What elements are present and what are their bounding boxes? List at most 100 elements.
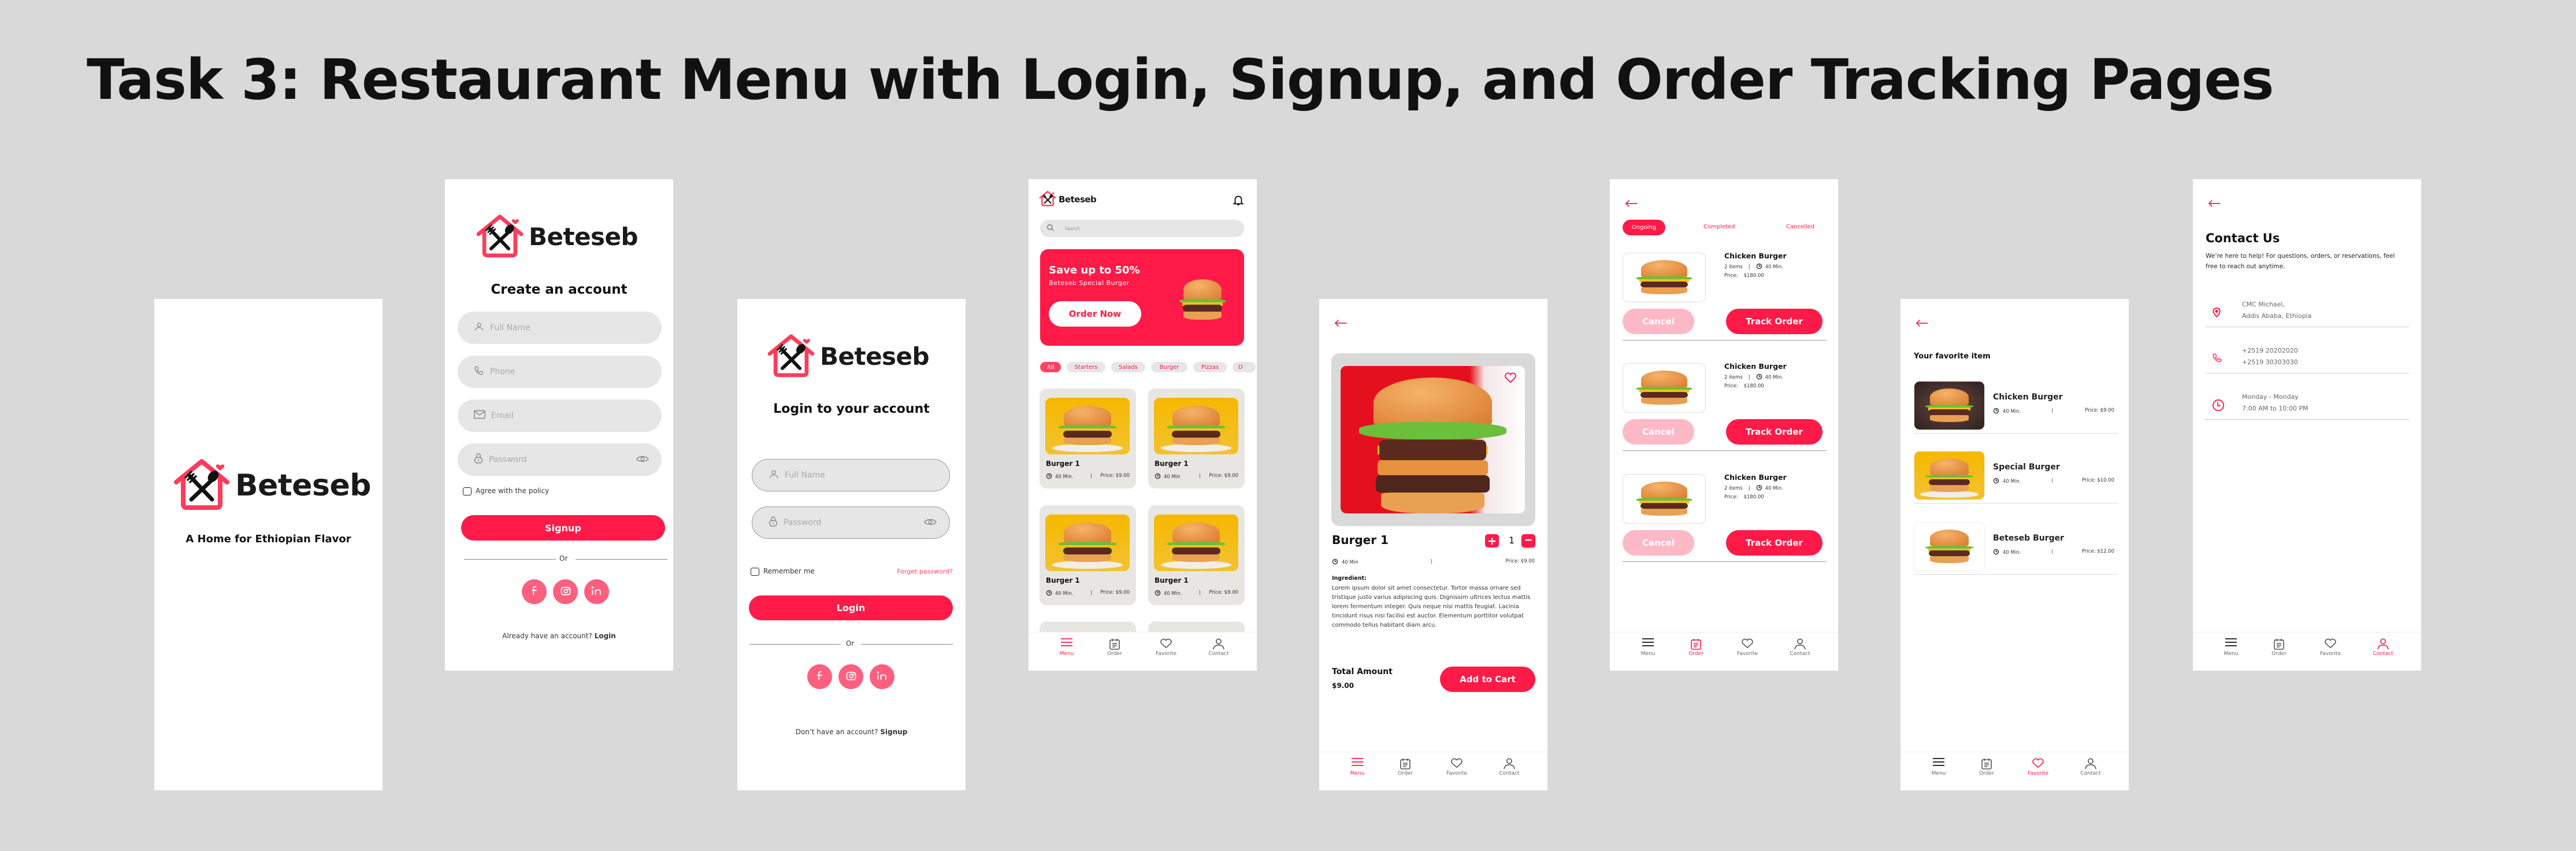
clock-icon — [1756, 373, 1762, 382]
tab-ongoing[interactable]: Ongoing — [1623, 220, 1665, 235]
back-arrow-icon[interactable] — [1916, 319, 1928, 330]
favorite-item[interactable]: Beteseb Burger 40 Min. | Price: $12.00 — [1901, 522, 2129, 575]
remember-checkbox[interactable] — [751, 568, 759, 576]
back-arrow-icon[interactable] — [1625, 199, 1638, 210]
search-input[interactable]: Search — [1040, 220, 1244, 237]
minus-icon — [1524, 535, 1532, 546]
track-order-button[interactable]: Track Order — [1726, 530, 1822, 556]
nav-label: Favorite — [1446, 771, 1467, 776]
burger-patty — [1379, 439, 1486, 461]
category-chip-starters[interactable]: Starters — [1067, 362, 1105, 372]
category-chip-pizzas[interactable]: Pizzas — [1193, 362, 1227, 372]
login-link[interactable]: Login — [595, 632, 616, 640]
item-detail-screen: Burger 1 1 40 Min | Price: $9.00 Ingredi… — [1319, 299, 1547, 790]
agree-checkbox[interactable] — [463, 487, 472, 495]
login-button[interactable]: Login — [749, 595, 953, 620]
burger-bun-bottom — [1172, 437, 1220, 446]
email-input[interactable]: Email — [458, 399, 662, 432]
add-to-cart-button[interactable]: Add to Cart — [1440, 667, 1535, 692]
bell-icon[interactable] — [1232, 194, 1245, 209]
cancel-order-button[interactable]: Cancel — [1623, 419, 1694, 445]
login-prompt: Already have an account? Login — [445, 632, 673, 640]
menu-item-card[interactable]: Burger 1 40 Min. | Price: $9.00 — [1148, 505, 1245, 605]
facebook-button[interactable] — [522, 579, 547, 604]
order-now-button[interactable]: Order Now — [1049, 301, 1141, 327]
nav-item-contact[interactable]: Contact — [1489, 758, 1530, 776]
linkedin-button[interactable] — [584, 579, 609, 604]
contact-heading: Contact Us — [2206, 231, 2280, 245]
nav-item-menu[interactable]: Menu — [2211, 638, 2251, 657]
eye-icon[interactable] — [924, 517, 937, 528]
track-order-button[interactable]: Track Order — [1726, 419, 1822, 445]
menu-item-card[interactable]: Burger 1 40 Min. | Price: $9.00 — [1040, 388, 1136, 489]
nav-item-menu[interactable]: Menu — [1918, 758, 1959, 776]
nav-item-order[interactable]: Order — [1385, 758, 1426, 776]
instagram-button[interactable] — [553, 579, 578, 604]
tab-cancelled[interactable]: Cancelled — [1786, 224, 1814, 230]
increase-quantity-button[interactable] — [1485, 534, 1499, 547]
track-order-button[interactable]: Track Order — [1726, 309, 1822, 334]
order-item-image — [1623, 474, 1706, 524]
favorite-item-price: Price: $10.00 — [2081, 478, 2114, 483]
eye-icon[interactable] — [636, 454, 649, 465]
signup-link[interactable]: Signup — [880, 728, 907, 736]
agree-label: Agree with the policy — [476, 487, 550, 495]
back-arrow-icon[interactable] — [2208, 199, 2221, 210]
signup-heading: Create an account — [491, 282, 628, 297]
favorite-heart-icon[interactable] — [1504, 372, 1517, 386]
nav-item-order[interactable]: Order — [1094, 638, 1135, 657]
nav-item-order[interactable]: Order — [1676, 638, 1716, 657]
full-name-input[interactable]: Full Name — [752, 459, 950, 491]
nav-item-favorite[interactable]: Favorite — [2018, 758, 2058, 776]
favorite-item[interactable]: Special Burger 40 Min. | Price: $10.00 — [1901, 451, 2129, 504]
nav-item-menu[interactable]: Menu — [1046, 638, 1087, 657]
divider — [1623, 340, 1827, 341]
nav-item-favorite[interactable]: Favorite — [2310, 638, 2351, 657]
linkedin-button[interactable] — [870, 664, 894, 689]
instagram-button[interactable] — [838, 664, 863, 689]
facebook-button[interactable] — [807, 664, 832, 689]
nav-item-contact[interactable]: Contact — [2363, 638, 2403, 657]
cancel-order-button[interactable]: Cancel — [1623, 309, 1694, 334]
nav-item-menu[interactable]: Menu — [1628, 638, 1668, 657]
signup-button[interactable]: Signup — [461, 515, 665, 541]
menu-item-card[interactable]: Burger 1 40 Min | Price: $9.00 — [1148, 388, 1245, 489]
forgot-password-link[interactable]: Forget password? — [897, 568, 953, 575]
password-input[interactable]: Password — [458, 443, 662, 476]
nav-item-contact[interactable]: Contact — [1780, 638, 1820, 657]
nav-item-menu[interactable]: Menu — [1337, 758, 1378, 776]
full-name-input[interactable]: Full Name — [458, 312, 662, 344]
category-chip-salads[interactable]: Salads — [1111, 362, 1145, 372]
nav-item-contact[interactable]: Contact — [1198, 638, 1239, 657]
category-chip-all[interactable]: All — [1040, 362, 1061, 372]
phone-input[interactable]: Phone — [458, 356, 662, 388]
burger-bun-bottom — [1172, 554, 1220, 563]
promo-banner[interactable]: Save up to 50% Beteseb Special Burger Or… — [1040, 249, 1244, 346]
burger-patty — [1640, 391, 1688, 398]
category-chip-burger[interactable]: Burger — [1151, 362, 1187, 372]
nav-item-order[interactable]: Order — [2259, 638, 2299, 657]
decrease-quantity-button[interactable] — [1521, 534, 1535, 547]
favorite-item[interactable]: Chicken Burger 40 Min. | Price: $9.00 — [1901, 381, 2129, 434]
tab-completed[interactable]: Completed — [1703, 224, 1735, 230]
burger-patty — [1929, 409, 1970, 416]
menu-item-card[interactable]: Burger 1 40 Min. | Price: $9.00 — [1040, 505, 1136, 605]
order-icon — [1094, 638, 1135, 651]
order-item-meta: 2 items | 40 Min. — [1724, 373, 1783, 382]
nav-item-order[interactable]: Order — [1966, 758, 2007, 776]
cancel-order-button[interactable]: Cancel — [1623, 530, 1694, 556]
item-price: Price: $9.00 — [1209, 590, 1238, 595]
category-chip-d[interactable]: D — [1233, 362, 1256, 372]
password-input[interactable]: Password — [752, 506, 950, 539]
nav-item-contact[interactable]: Contact — [2070, 758, 2111, 776]
lock-icon — [769, 516, 778, 530]
nav-item-favorite[interactable]: Favorite — [1437, 758, 1477, 776]
brand-name: Beteseb — [820, 342, 930, 371]
order-item-image — [1623, 363, 1706, 413]
nav-item-favorite[interactable]: Favorite — [1727, 638, 1768, 657]
nav-item-favorite[interactable]: Favorite — [1146, 638, 1186, 657]
nav-label: Menu — [1640, 651, 1656, 657]
prep-time-value: 40 Min. — [2003, 550, 2021, 556]
back-arrow-icon[interactable] — [1334, 319, 1347, 330]
burger-bun-bottom — [1641, 397, 1687, 405]
